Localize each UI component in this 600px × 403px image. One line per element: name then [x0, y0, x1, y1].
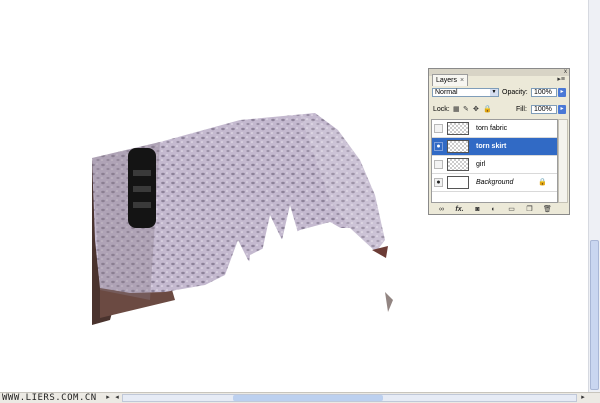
layer-row-torn-skirt[interactable]: ● torn skirt	[432, 138, 557, 156]
layer-name: Background	[476, 179, 514, 186]
layers-panel: x Layers × ▸≡ Normal ▼ Opacity: 100% ▸ Lo…	[428, 68, 570, 215]
layer-name: torn skirt	[476, 143, 507, 150]
layers-list: torn fabric ● torn skirt girl ● Backgrou…	[431, 119, 558, 203]
layers-bottom-toolbar: ∞ fx. ◙ ◐ ▭ ❐ 🗑	[431, 205, 566, 214]
fill-label: Fill:	[516, 106, 527, 113]
mask-icon[interactable]: ◙	[473, 205, 482, 214]
fx-icon[interactable]: fx.	[455, 205, 464, 214]
layer-thumbnail	[447, 140, 469, 153]
link-icon[interactable]: ∞	[437, 205, 446, 214]
layer-name: torn fabric	[476, 125, 508, 132]
new-layer-icon[interactable]: ❐	[525, 205, 534, 214]
lock-all-icon[interactable]: 🔒	[483, 105, 492, 114]
horizontal-scrollbar[interactable]	[122, 394, 577, 402]
eye-icon[interactable]: ●	[434, 178, 443, 187]
vertical-scrollbar[interactable]	[588, 0, 600, 392]
visibility-toggle[interactable]	[434, 160, 443, 169]
lock-transparent-icon[interactable]: ▦	[453, 105, 460, 114]
blend-mode-value: Normal	[435, 89, 458, 96]
layer-name: girl	[476, 161, 486, 168]
opacity-slider-button[interactable]: ▸	[558, 88, 566, 97]
visibility-toggle[interactable]	[434, 124, 443, 133]
layer-thumbnail	[447, 122, 469, 135]
eye-icon[interactable]: ●	[434, 142, 443, 151]
folder-icon[interactable]: ▭	[507, 205, 516, 214]
fill-input[interactable]: 100%	[531, 105, 557, 114]
watermark-text: WWW.LIERS.COM.CN	[2, 393, 97, 403]
layer-thumbnail	[447, 158, 469, 171]
lock-image-icon[interactable]: ✎	[463, 105, 469, 114]
fill-slider-button[interactable]: ▸	[558, 105, 566, 114]
panel-menu-icon[interactable]: ▸≡	[557, 75, 565, 83]
opacity-input[interactable]: 100%	[531, 88, 557, 97]
vertical-scroll-thumb[interactable]	[590, 240, 599, 390]
tab-layers[interactable]: Layers ×	[432, 74, 469, 86]
layer-row-girl[interactable]: girl	[432, 156, 557, 174]
scroll-right-icon[interactable]: ▸	[579, 394, 587, 402]
blend-mode-select[interactable]: Normal ▼	[432, 88, 499, 97]
layer-row-background[interactable]: ● Background 🔒	[432, 174, 557, 192]
lock-position-icon[interactable]: ✥	[473, 105, 479, 114]
adjustment-icon[interactable]: ◐	[489, 205, 498, 214]
scroll-left-end-icon[interactable]: ▸	[104, 394, 112, 402]
chevron-down-icon: ▼	[490, 89, 498, 96]
layers-scrollbar[interactable]	[558, 119, 568, 203]
tab-layers-label: Layers	[436, 77, 458, 84]
trash-icon[interactable]: 🗑	[543, 205, 552, 214]
lock-label: Lock:	[433, 106, 450, 113]
layer-row-torn-fabric[interactable]: torn fabric	[432, 120, 557, 138]
opacity-label: Opacity:	[502, 89, 528, 96]
layer-thumbnail	[447, 176, 469, 189]
horizontal-scroll-thumb[interactable]	[233, 395, 383, 401]
tab-close-icon[interactable]: ×	[460, 77, 464, 84]
scroll-left-icon[interactable]: ◂	[113, 394, 121, 402]
lock-icon: 🔒	[538, 179, 547, 186]
